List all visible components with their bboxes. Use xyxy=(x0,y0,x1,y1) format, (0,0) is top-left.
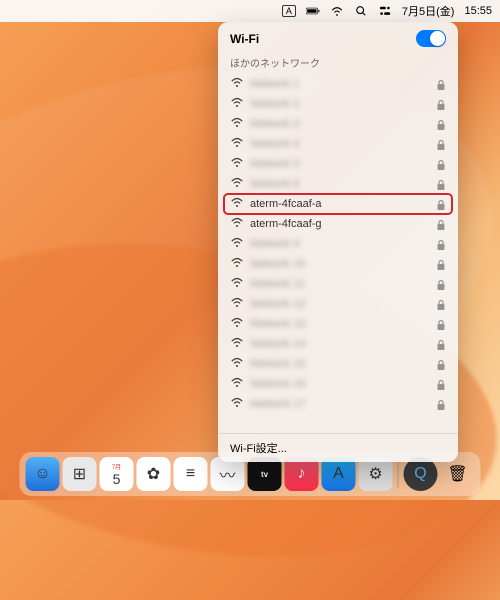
lock-icon xyxy=(436,339,446,349)
wifi-signal-icon xyxy=(230,177,244,191)
other-networks-label: ほかのネットワーク xyxy=(218,53,458,74)
wifi-signal-icon xyxy=(230,317,244,331)
control-center-icon[interactable] xyxy=(378,4,392,18)
lock-icon xyxy=(436,179,446,189)
dock-quicktime[interactable]: Q xyxy=(404,457,438,491)
lock-icon xyxy=(436,139,446,149)
wifi-panel: Wi-Fi ほかのネットワーク Network 1Network 2Networ… xyxy=(218,22,458,462)
network-name: Network 3 xyxy=(250,118,430,130)
network-name: Network 10 xyxy=(250,258,430,270)
dock-appstore[interactable]: A xyxy=(322,457,356,491)
wifi-signal-icon xyxy=(230,377,244,391)
lock-icon xyxy=(436,399,446,409)
network-name: aterm-4fcaaf-a xyxy=(250,198,430,210)
dock-separator xyxy=(398,460,399,488)
wifi-signal-icon xyxy=(230,277,244,291)
lock-icon xyxy=(436,99,446,109)
wifi-signal-icon xyxy=(230,217,244,231)
input-source-indicator[interactable]: A xyxy=(282,5,296,17)
lock-icon xyxy=(436,219,446,229)
wifi-toggle[interactable] xyxy=(416,30,446,47)
lock-icon xyxy=(436,119,446,129)
network-list: Network 1 Network 2 Network 3 Network 4 Netw… xyxy=(218,74,458,433)
dock-calendar[interactable]: 7月5 xyxy=(100,457,134,491)
wifi-signal-icon xyxy=(230,337,244,351)
wifi-signal-icon xyxy=(230,117,244,131)
network-name: Network 5 xyxy=(250,158,430,170)
network-item[interactable]: Network 17 xyxy=(224,394,452,414)
network-item-aterm-4fcaaf-g[interactable]: aterm-4fcaaf-g xyxy=(224,214,452,234)
network-name: Network 16 xyxy=(250,378,430,390)
dock-reminders[interactable]: ≡ xyxy=(174,457,208,491)
network-name: aterm-4fcaaf-g xyxy=(250,218,430,230)
network-name: Network 11 xyxy=(250,278,430,290)
lock-icon xyxy=(436,319,446,329)
network-item[interactable]: Network 10 xyxy=(224,254,452,274)
network-item[interactable]: Network 6 xyxy=(224,174,452,194)
wifi-signal-icon xyxy=(230,297,244,311)
wifi-icon[interactable] xyxy=(330,4,344,18)
wifi-signal-icon xyxy=(230,77,244,91)
wifi-settings-link[interactable]: Wi-Fi設定... xyxy=(218,433,458,462)
network-name: Network 15 xyxy=(250,358,430,370)
wifi-signal-icon xyxy=(230,197,244,211)
menubar: A 7月5日(金) 15:55 xyxy=(0,0,500,22)
dock-trash[interactable]: 🗑 xyxy=(441,457,475,491)
network-name: Network 12 xyxy=(250,298,430,310)
dock-finder[interactable]: ☺ xyxy=(26,457,60,491)
lock-icon xyxy=(436,279,446,289)
lock-icon xyxy=(436,259,446,269)
network-name: Network 9 xyxy=(250,238,430,250)
network-item[interactable]: Network 5 xyxy=(224,154,452,174)
wifi-signal-icon xyxy=(230,357,244,371)
network-name: Network 17 xyxy=(250,398,430,410)
wifi-signal-icon xyxy=(230,137,244,151)
network-item[interactable]: Network 1 xyxy=(224,74,452,94)
dock-music[interactable]: ♪ xyxy=(285,457,319,491)
dock-settings[interactable]: ⚙ xyxy=(359,457,393,491)
lock-icon xyxy=(436,359,446,369)
network-name: Network 14 xyxy=(250,338,430,350)
network-item[interactable]: Network 16 xyxy=(224,374,452,394)
lock-icon xyxy=(436,159,446,169)
wifi-signal-icon xyxy=(230,237,244,251)
lock-icon xyxy=(436,239,446,249)
dock-launchpad[interactable]: ⊞ xyxy=(63,457,97,491)
network-name: Network 1 xyxy=(250,78,430,90)
network-item-aterm-4fcaaf-a[interactable]: aterm-4fcaaf-a xyxy=(224,194,452,214)
network-item[interactable]: Network 12 xyxy=(224,294,452,314)
network-name: Network 2 xyxy=(250,98,430,110)
dock-freeform[interactable]: 〰 xyxy=(211,457,245,491)
network-item[interactable]: Network 11 xyxy=(224,274,452,294)
dock-photos[interactable]: ✿ xyxy=(137,457,171,491)
wifi-signal-icon xyxy=(230,257,244,271)
dock-tv[interactable]: tv xyxy=(248,457,282,491)
search-icon[interactable] xyxy=(354,4,368,18)
battery-icon[interactable] xyxy=(306,4,320,18)
lock-icon xyxy=(436,299,446,309)
menubar-time[interactable]: 15:55 xyxy=(464,5,492,17)
network-name: Network 13 xyxy=(250,318,430,330)
wifi-signal-icon xyxy=(230,397,244,411)
network-item[interactable]: Network 15 xyxy=(224,354,452,374)
network-item[interactable]: Network 2 xyxy=(224,94,452,114)
network-item[interactable]: Network 13 xyxy=(224,314,452,334)
network-name: Network 4 xyxy=(250,138,430,150)
lock-icon xyxy=(436,199,446,209)
menubar-date[interactable]: 7月5日(金) xyxy=(402,3,455,19)
network-item[interactable]: Network 4 xyxy=(224,134,452,154)
lock-icon xyxy=(436,379,446,389)
network-item[interactable]: Network 3 xyxy=(224,114,452,134)
lock-icon xyxy=(436,79,446,89)
wifi-panel-title: Wi-Fi xyxy=(230,32,259,46)
network-item[interactable]: Network 9 xyxy=(224,234,452,254)
network-item[interactable]: Network 14 xyxy=(224,334,452,354)
wifi-signal-icon xyxy=(230,157,244,171)
wifi-signal-icon xyxy=(230,97,244,111)
network-name: Network 6 xyxy=(250,178,430,190)
